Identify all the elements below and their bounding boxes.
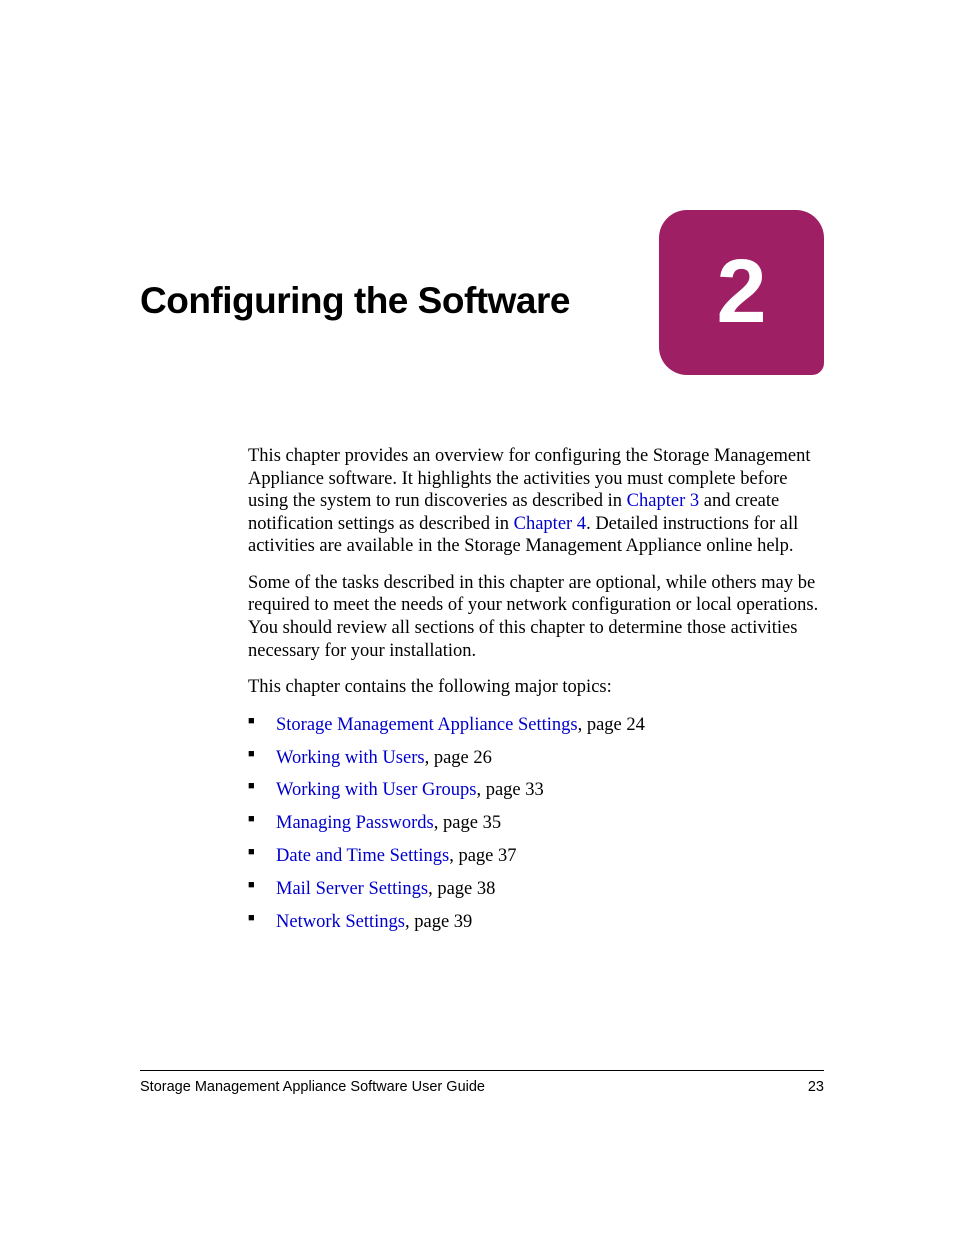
topic-link[interactable]: Mail Server Settings [276,879,428,899]
chapter-number: 2 [716,241,766,344]
chapter-number-badge: 2 [659,210,824,375]
topic-page: , page 26 [425,748,492,768]
topic-link[interactable]: Storage Management Appliance Settings [276,715,578,735]
topic-link[interactable]: Date and Time Settings [276,846,449,866]
intro-paragraph-1: This chapter provides an overview for co… [248,445,824,558]
footer-page-number: 23 [808,1079,824,1095]
chapter-title: Configuring the Software [140,210,570,322]
topic-list: Storage Management Appliance Settings, p… [248,713,824,936]
topic-link[interactable]: Working with Users [276,748,425,768]
topic-page: , page 37 [449,846,516,866]
topic-page: , page 38 [428,879,495,899]
list-item: Storage Management Appliance Settings, p… [248,713,824,739]
list-item: Mail Server Settings, page 38 [248,877,824,903]
topic-link[interactable]: Managing Passwords [276,813,434,833]
topic-page: , page 24 [578,715,645,735]
intro-paragraph-3: This chapter contains the following majo… [248,676,824,699]
intro-paragraph-2: Some of the tasks described in this chap… [248,572,824,662]
topic-link[interactable]: Network Settings [276,912,405,932]
topic-page: , page 39 [405,912,472,932]
list-item: Network Settings, page 39 [248,910,824,936]
topic-link[interactable]: Working with User Groups [276,780,476,800]
link-chapter-3[interactable]: Chapter 3 [627,491,699,511]
list-item: Managing Passwords, page 35 [248,811,824,837]
list-item: Date and Time Settings, page 37 [248,844,824,870]
list-item: Working with User Groups, page 33 [248,778,824,804]
list-item: Working with Users, page 26 [248,746,824,772]
body-content: This chapter provides an overview for co… [140,445,824,936]
topic-page: , page 33 [476,780,543,800]
chapter-header: Configuring the Software 2 [140,210,824,375]
link-chapter-4[interactable]: Chapter 4 [514,514,586,534]
topic-page: , page 35 [434,813,501,833]
page-footer: Storage Management Appliance Software Us… [140,1070,824,1095]
footer-doc-title: Storage Management Appliance Software Us… [140,1079,485,1095]
